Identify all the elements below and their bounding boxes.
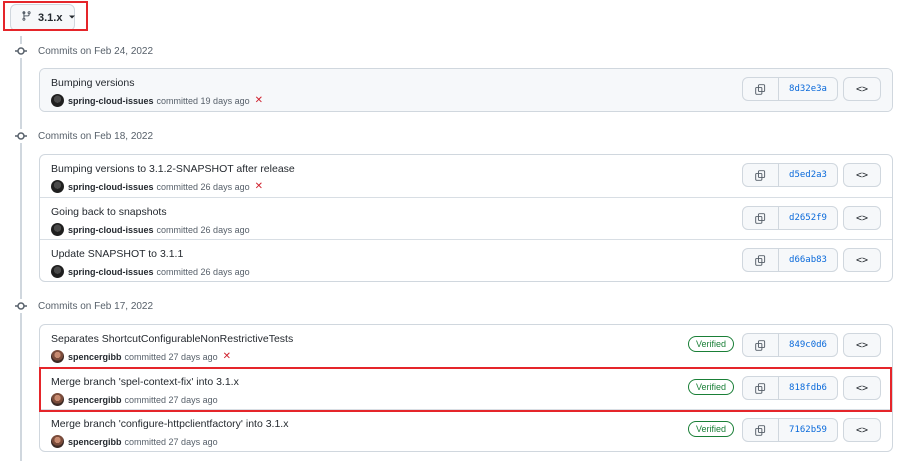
copy-icon[interactable]	[743, 249, 779, 271]
sha-button-group: d5ed2a3	[742, 163, 838, 187]
verified-badge[interactable]: Verified	[688, 421, 735, 437]
commit-node-icon	[14, 299, 28, 313]
copy-icon[interactable]	[743, 419, 779, 441]
verified-badge[interactable]: Verified	[688, 336, 735, 352]
sha-button-group: 8d32e3a	[742, 77, 838, 101]
commit-meta: spencergibb committed 27 days ago	[51, 435, 218, 448]
commit-meta: spring-cloud-issues committed 26 days ag…	[51, 265, 250, 278]
timeline-line	[20, 36, 22, 461]
code-icon[interactable]: <>	[843, 376, 881, 400]
avatar[interactable]	[51, 94, 64, 107]
code-icon[interactable]: <>	[843, 163, 881, 187]
commit-node-icon	[14, 44, 28, 58]
copy-icon[interactable]	[743, 164, 779, 186]
commit-row: Update SNAPSHOT to 3.1.1 spring-cloud-is…	[40, 239, 892, 281]
copy-icon[interactable]	[743, 207, 779, 229]
commit-node-icon	[14, 129, 28, 143]
commit-sha-link[interactable]: 7162b59	[779, 419, 837, 441]
sha-button-group: 7162b59	[742, 418, 838, 442]
commit-title-link[interactable]: Merge branch 'configure-httpclientfactor…	[51, 418, 288, 430]
git-branch-icon	[21, 10, 32, 25]
commit-meta: spring-cloud-issues committed 26 days ag…	[51, 180, 263, 193]
sha-button-group: 818fdb6	[742, 376, 838, 400]
commit-title-link[interactable]: Separates ShortcutConfigurableNonRestric…	[51, 333, 293, 345]
avatar[interactable]	[51, 223, 64, 236]
avatar[interactable]	[51, 393, 64, 406]
caret-down-icon	[68, 12, 76, 24]
commit-list: Bumping versions spring-cloud-issues com…	[39, 68, 893, 112]
commit-title-link[interactable]: Bumping versions	[51, 77, 134, 89]
commit-row: Bumping versions to 3.1.2-SNAPSHOT after…	[40, 155, 892, 197]
code-icon[interactable]: <>	[843, 77, 881, 101]
code-icon[interactable]: <>	[843, 333, 881, 357]
failed-status-icon[interactable]: ✕	[255, 181, 263, 192]
sha-button-group: d66ab83	[742, 248, 838, 272]
commit-sha-link[interactable]: d5ed2a3	[779, 164, 837, 186]
commit-row: Separates ShortcutConfigurableNonRestric…	[40, 325, 892, 367]
author-link[interactable]: spring-cloud-issues	[68, 96, 154, 106]
author-link[interactable]: spring-cloud-issues	[68, 182, 154, 192]
author-link[interactable]: spring-cloud-issues	[68, 225, 154, 235]
commit-sha-link[interactable]: d66ab83	[779, 249, 837, 271]
author-link[interactable]: spencergibb	[68, 352, 122, 362]
commit-title-link[interactable]: Update SNAPSHOT to 3.1.1	[51, 248, 183, 260]
commit-group-header: Commits on Feb 18, 2022	[14, 128, 153, 144]
commit-row: Bumping versions spring-cloud-issues com…	[40, 69, 892, 111]
verified-badge[interactable]: Verified	[688, 379, 735, 395]
code-icon[interactable]: <>	[843, 206, 881, 230]
branch-name: 3.1.x	[38, 11, 63, 24]
branch-selector-button[interactable]: 3.1.x	[10, 4, 76, 31]
commit-group-header: Commits on Feb 17, 2022	[14, 298, 153, 314]
commit-list: Bumping versions to 3.1.2-SNAPSHOT after…	[39, 154, 893, 282]
commit-sha-link[interactable]: d2652f9	[779, 207, 837, 229]
commit-title-link[interactable]: Going back to snapshots	[51, 206, 167, 218]
avatar[interactable]	[51, 350, 64, 363]
commit-row: Merge branch 'configure-httpclientfactor…	[40, 409, 892, 451]
commit-row: Going back to snapshots spring-cloud-iss…	[40, 197, 892, 239]
commit-sha-link[interactable]: 818fdb6	[779, 377, 837, 399]
commit-title-link[interactable]: Bumping versions to 3.1.2-SNAPSHOT after…	[51, 163, 295, 175]
commit-title-link[interactable]: Merge branch 'spel-context-fix' into 3.1…	[51, 376, 239, 388]
author-link[interactable]: spencergibb	[68, 437, 122, 447]
author-link[interactable]: spencergibb	[68, 395, 122, 405]
avatar[interactable]	[51, 180, 64, 193]
code-icon[interactable]: <>	[843, 418, 881, 442]
commit-meta: spring-cloud-issues committed 26 days ag…	[51, 223, 250, 236]
avatar[interactable]	[51, 435, 64, 448]
commit-meta: spencergibb committed 27 days ago	[51, 393, 218, 406]
copy-icon[interactable]	[743, 78, 779, 100]
commit-meta: spencergibb committed 27 days ago ✕	[51, 350, 231, 363]
author-link[interactable]: spring-cloud-issues	[68, 267, 154, 277]
commit-sha-link[interactable]: 849c0d6	[779, 334, 837, 356]
code-icon[interactable]: <>	[843, 248, 881, 272]
commit-sha-link[interactable]: 8d32e3a	[779, 78, 837, 100]
commit-row: Merge branch 'spel-context-fix' into 3.1…	[40, 367, 892, 409]
sha-button-group: d2652f9	[742, 206, 838, 230]
sha-button-group: 849c0d6	[742, 333, 838, 357]
commit-list: Separates ShortcutConfigurableNonRestric…	[39, 324, 893, 452]
copy-icon[interactable]	[743, 377, 779, 399]
failed-status-icon[interactable]: ✕	[255, 95, 263, 106]
avatar[interactable]	[51, 265, 64, 278]
failed-status-icon[interactable]: ✕	[223, 351, 231, 362]
copy-icon[interactable]	[743, 334, 779, 356]
commit-group-header: Commits on Feb 24, 2022	[14, 43, 153, 59]
commit-meta: spring-cloud-issues committed 19 days ag…	[51, 94, 263, 107]
